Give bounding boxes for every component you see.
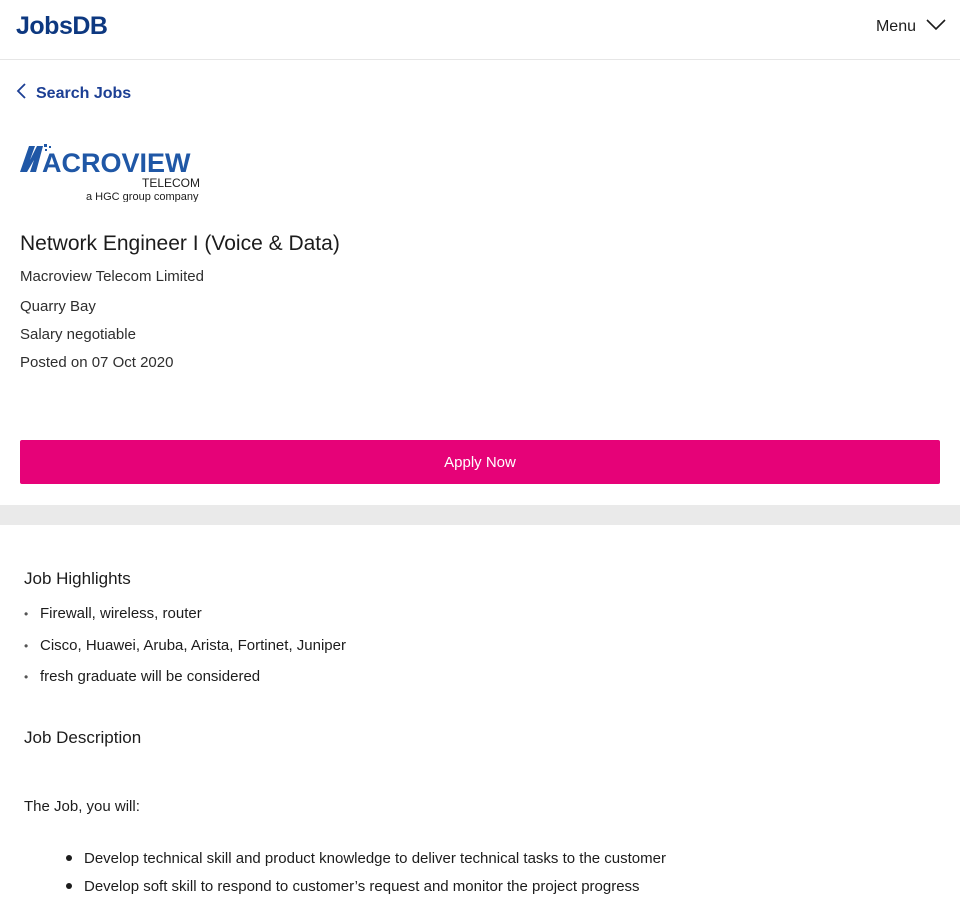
posted-date: Posted on 07 Oct 2020 [20, 354, 174, 371]
job-description-title: Job Description [24, 728, 142, 747]
job-highlights-title: Job Highlights [24, 569, 131, 588]
job-location: Quarry Bay [20, 298, 96, 315]
job-highlights-list: • Firewall, wireless, router • Cisco, Huaw… [24, 603, 346, 698]
chevron-down-icon [926, 18, 946, 36]
company-logo-brand: ACROVIEW [42, 148, 191, 178]
company-name[interactable]: Macroview Telecom Limited [20, 268, 204, 285]
menu-label: Menu [875, 18, 916, 35]
chevron-left-icon [16, 82, 28, 105]
description-text: Develop technical skill and product know… [84, 850, 666, 867]
description-item: Develop soft skill to respond to custome… [66, 878, 666, 906]
highlight-text: Firewall, wireless, router [40, 605, 202, 622]
highlight-text: Cisco, Huawei, Aruba, Arista, Fortinet, … [40, 636, 346, 654]
bullet-icon [66, 855, 72, 861]
highlight-item: • Firewall, wireless, router [24, 603, 346, 635]
highlight-item: • fresh graduate will be considered [24, 666, 346, 698]
back-to-search-link[interactable]: Search Jobs [16, 82, 131, 105]
job-description-intro: The Job, you will: [24, 798, 140, 815]
description-text: Develop soft skill to respond to custome… [84, 878, 640, 895]
bullet-icon: • [24, 670, 29, 684]
highlight-item: • Cisco, Huawei, Aruba, Arista, Fortinet,… [24, 635, 346, 667]
bullet-icon: • [24, 638, 29, 653]
apply-now-button[interactable]: Apply Now [20, 440, 940, 484]
jobsdb-logo[interactable]: JobsDB [16, 12, 108, 41]
job-description-list: Develop technical skill and product know… [66, 850, 666, 906]
description-item: Develop technical skill and product know… [66, 850, 666, 878]
job-title: Network Engineer I (Voice & Data) [20, 232, 340, 255]
highlight-text: fresh graduate will be considered [40, 668, 261, 685]
top-header: JobsDB Menu [0, 0, 960, 60]
menu-button[interactable]: Menu [876, 18, 946, 36]
bullet-icon [66, 883, 72, 889]
company-logo: ACROVIEW TELECOM a HGC group company [20, 144, 202, 203]
company-logo-subline: TELECOM [142, 176, 200, 190]
job-salary: Salary negotiable [20, 326, 136, 343]
back-label: Search Jobs [36, 84, 132, 102]
bullet-icon: • [24, 607, 29, 621]
section-divider [0, 505, 960, 525]
company-logo-tagline: a HGC group company [86, 191, 199, 202]
